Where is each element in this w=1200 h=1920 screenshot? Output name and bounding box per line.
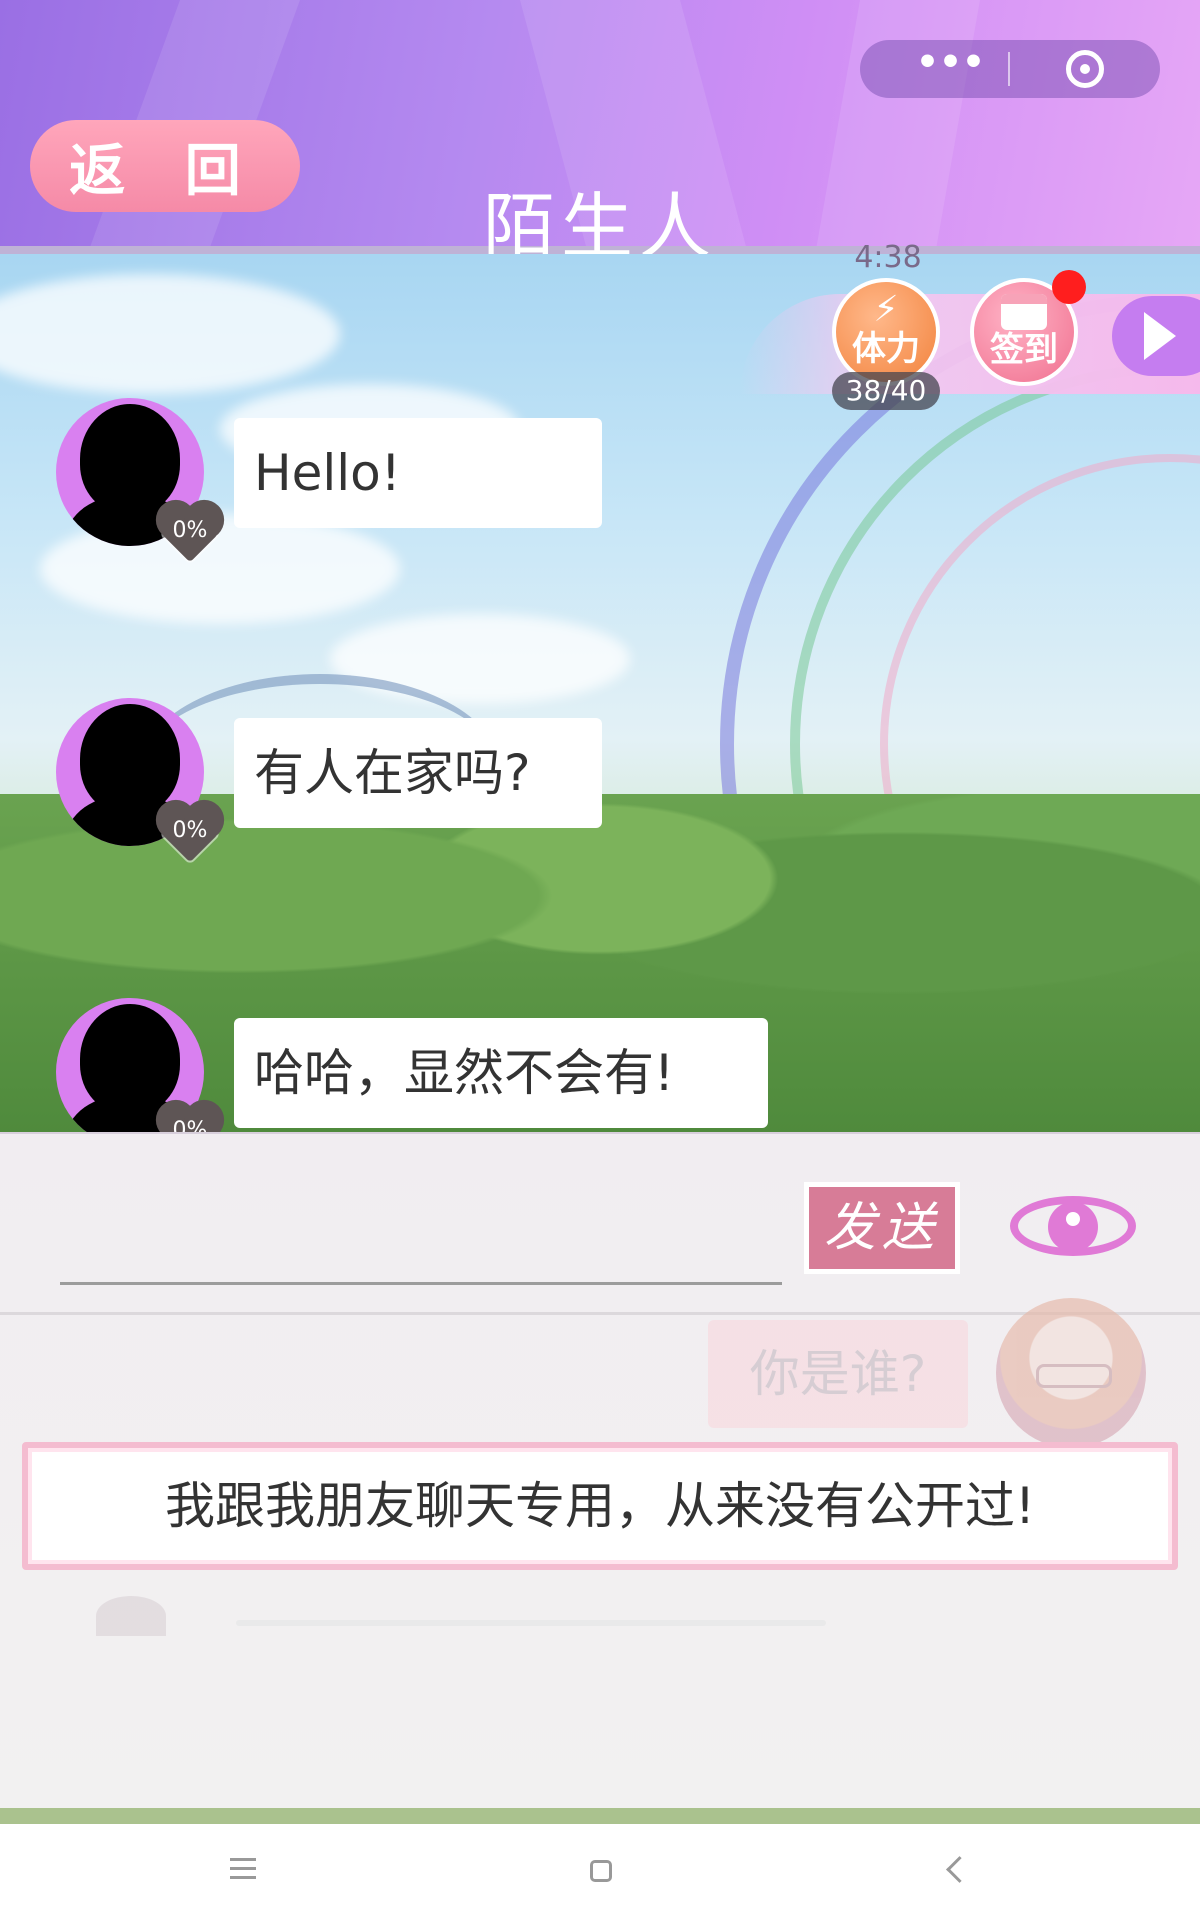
capsule-separator (1008, 52, 1010, 86)
message-bubble: 哈哈，显然不会有! (234, 1018, 768, 1128)
lightning-icon: ⚡ (873, 289, 899, 330)
checkin-label: 签到 (990, 330, 1058, 370)
ghost-reply-bubble: 你是谁? (708, 1320, 968, 1428)
calendar-icon (1001, 294, 1047, 330)
stamina-timer: 4:38 (854, 240, 922, 275)
menu-icon[interactable] (230, 1858, 256, 1880)
stamina-button[interactable]: ⚡ 体力 (832, 278, 940, 386)
faint-avatar (96, 1596, 166, 1636)
more-dots-icon[interactable]: ••• (916, 45, 985, 81)
send-button[interactable]: 发送 (804, 1182, 960, 1274)
eye-icon[interactable] (1006, 1184, 1140, 1268)
back-arrow-icon[interactable] (946, 1856, 973, 1883)
system-nav-bar (0, 1824, 1200, 1920)
stamina-label: 体力 (852, 329, 920, 369)
player-avatar (996, 1298, 1146, 1448)
home-icon[interactable] (590, 1860, 612, 1882)
stamina-count: 38/40 (832, 372, 940, 410)
chevron-right-icon[interactable] (1112, 296, 1200, 376)
message-bubble: 有人在家吗? (234, 718, 602, 828)
heart-icon: 0% (160, 804, 220, 864)
affinity-percent: 0% (172, 518, 208, 543)
composer-separator (0, 1312, 1200, 1315)
notification-dot (1052, 270, 1086, 304)
message-input[interactable] (60, 1282, 782, 1285)
message-bubble: Hello! (234, 418, 602, 528)
mini-program-capsule: ••• (860, 40, 1160, 98)
bottom-stripe (0, 1808, 1200, 1824)
reply-option[interactable]: 我跟我朋友聊天专用，从来没有公开过! (22, 1442, 1178, 1570)
target-close-icon[interactable] (1066, 50, 1104, 88)
heart-icon: 0% (160, 504, 220, 564)
affinity-percent: 0% (172, 818, 208, 843)
faint-bar (236, 1620, 826, 1626)
